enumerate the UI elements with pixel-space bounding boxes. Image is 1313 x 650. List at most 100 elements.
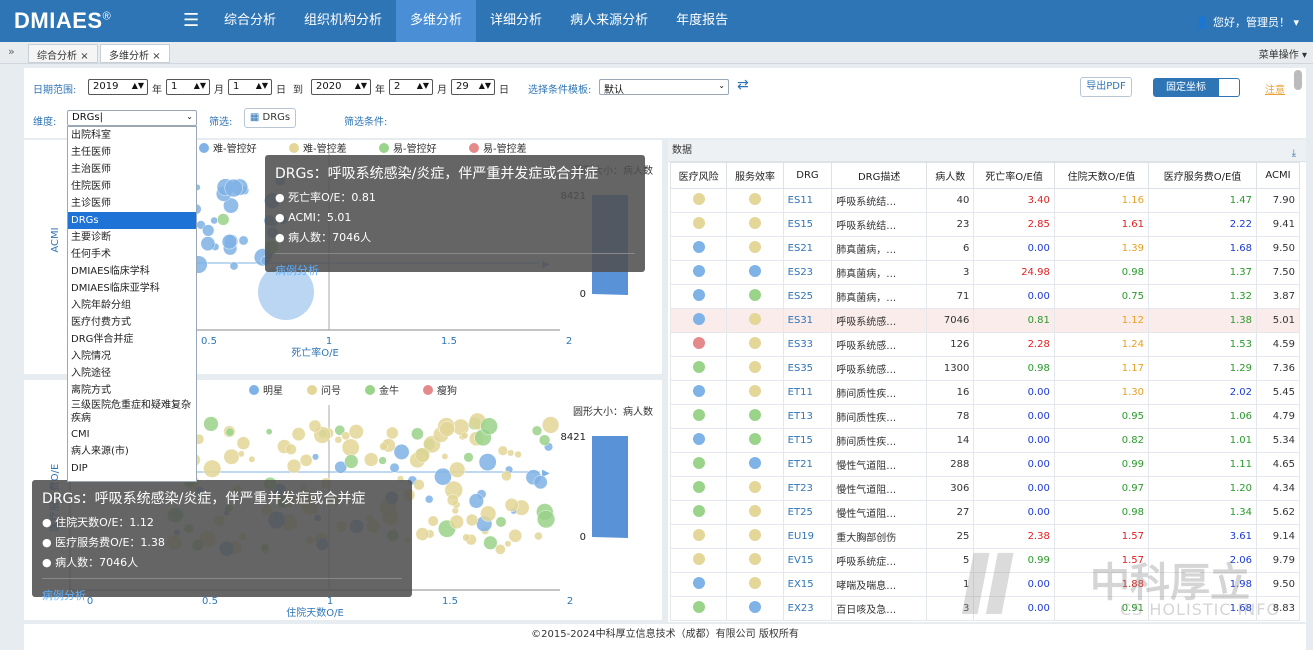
dropdown-option[interactable]: DRG伴合并症 [68,331,196,348]
case-analysis-link[interactable]: 病例分析 [32,585,412,605]
nav-item[interactable]: 组织机构分析 [290,0,396,42]
table-row[interactable]: ET21 慢性气道阻… 288 0.00 0.99 1.11 4.65 [669,452,1301,477]
table-cell[interactable]: ET15 [782,428,833,453]
dropdown-option[interactable]: CMI [68,426,196,443]
dropdown-option[interactable]: 出院科室 [68,127,196,144]
tab-overview[interactable]: 综合分析 × [28,44,98,63]
table-row[interactable]: ES31 呼吸系统感… 7046 0.81 1.12 1.38 5.01 [669,308,1301,333]
table-row[interactable]: ET23 慢性气道阻… 306 0.00 0.97 1.20 4.34 [669,476,1301,501]
to-day-select[interactable]: 29 ▲▼ [451,79,495,95]
table-cell[interactable]: ES23 [782,260,833,285]
table-cell[interactable]: ES11 [782,188,833,213]
dropdown-option[interactable]: 任何手术 [68,246,196,263]
menu-operation-button[interactable]: 菜单操作 ▾ [1259,46,1307,61]
case-analysis-link[interactable]: 病例分析 [265,260,645,280]
table-cell[interactable]: ET21 [782,452,833,477]
dropdown-option[interactable]: 入院途径 [68,365,196,382]
column-header[interactable]: 住院天数O/E值 [1053,162,1150,189]
table-row[interactable]: EX23 百日咳及急… 3 0.00 0.91 1.68 8.83 [669,596,1301,621]
table-row[interactable]: ET15 肺间质性疾… 14 0.00 0.82 1.01 5.34 [669,428,1301,453]
dropdown-option[interactable]: 主任医师 [68,144,196,161]
dropdown-option[interactable]: 入院年龄分组 [68,297,196,314]
tab-multidim[interactable]: 多维分析 × [100,44,170,63]
dropdown-option[interactable]: 医疗付费方式 [68,314,196,331]
table-row[interactable]: ET25 慢性气道阻… 27 0.00 0.98 1.34 5.62 [669,500,1301,525]
template-select[interactable]: 默认 ⌄ [599,79,729,96]
table-cell[interactable]: ES35 [782,356,833,381]
column-header[interactable]: DRG [782,162,833,189]
column-header[interactable]: 医疗服务费O/E值 [1148,162,1257,189]
scrollbar[interactable] [1294,70,1302,90]
dimension-select[interactable]: DRGs| ⌄ [67,110,197,126]
table-row[interactable]: ET11 肺间质性疾… 16 0.00 1.30 2.02 5.45 [669,380,1301,405]
download-icon[interactable]: ⤓ [1292,143,1296,165]
refresh-icon[interactable]: ⇄ [737,77,749,93]
dropdown-option[interactable]: DMIAES临床亚学科 [68,280,196,297]
column-header[interactable]: 病人数 [926,162,975,189]
table-row[interactable]: ES33 呼吸系统感… 126 2.28 1.24 1.53 4.59 [669,332,1301,357]
drgs-filter-button[interactable]: ▦ DRGs [244,108,296,128]
dropdown-option[interactable]: 主要诊断 [68,229,196,246]
table-row[interactable]: ES35 呼吸系统感… 1300 0.98 1.17 1.29 7.36 [669,356,1301,381]
dropdown-option[interactable]: DMIAES临床学科 [68,263,196,280]
fixed-axis-toggle[interactable]: 固定坐标 [1153,78,1240,97]
dropdown-option[interactable]: DRGs [68,212,196,229]
table-row[interactable]: EX15 哮喘及喘息… 1 0.00 1.88 1.98 9.50 [669,572,1301,597]
table-cell[interactable]: ET11 [782,380,833,405]
dropdown-option[interactable]: 主诊医师 [68,195,196,212]
table-cell: 1.39 [1053,236,1150,261]
table-cell[interactable]: ET13 [782,404,833,429]
table-cell[interactable]: ES21 [782,236,833,261]
close-icon[interactable]: × [80,51,88,62]
table-row[interactable]: ES15 呼吸系统结… 23 2.85 1.61 2.22 9.41 [669,212,1301,237]
table-cell[interactable]: EX15 [782,572,833,597]
table-cell[interactable]: EV15 [782,548,833,573]
table-row[interactable]: ET13 肺间质性疾… 78 0.00 0.95 1.06 4.79 [669,404,1301,429]
dropdown-option[interactable]: 住院医师 [68,178,196,195]
dropdown-option[interactable]: 三级医院危重症和疑难复杂疾病 [68,399,196,426]
table-cell[interactable]: ET23 [782,476,833,501]
table-cell[interactable]: ES25 [782,284,833,309]
export-pdf-button[interactable]: 导出PDF [1080,77,1132,97]
nav-item[interactable]: 年度报告 [662,0,742,42]
dropdown-option[interactable]: 主治医师 [68,161,196,178]
column-header[interactable]: DRG描述 [831,162,928,189]
from-year-select[interactable]: 2019 ▲▼ [88,79,148,95]
app-logo[interactable]: DMIAES® [14,8,111,34]
from-day-select[interactable]: 1 ▲▼ [228,79,272,95]
table-row[interactable]: ES11 呼吸系统结… 40 3.40 1.16 1.47 7.90 [669,188,1301,213]
table-row[interactable]: EV15 呼吸系统症… 5 0.99 1.57 2.06 9.79 [669,548,1301,573]
nav-item[interactable]: 多维分析 [396,0,477,42]
collapse-sidebar-icon[interactable]: » [8,45,15,58]
dropdown-option[interactable]: 入院情况 [68,348,196,365]
table-cell[interactable]: EX23 [782,596,833,621]
table-row[interactable]: ES21 肺真菌病，… 6 0.00 1.39 1.68 9.50 [669,236,1301,261]
table-cell[interactable]: ES31 [782,308,833,333]
nav-item[interactable]: 详细分析 [476,0,556,42]
table-cell[interactable]: ES33 [782,332,833,357]
dropdown-option[interactable]: 病人来源(市) [68,443,196,460]
nav-item[interactable]: 综合分析 [210,0,290,42]
table-row[interactable]: EU19 重大胸部创伤 25 2.38 1.57 3.61 9.14 [669,524,1301,549]
to-month-select[interactable]: 2 ▲▼ [389,79,433,95]
notice-link[interactable]: 注意 [1265,81,1285,96]
table-cell[interactable]: ES15 [782,212,833,237]
to-year-select[interactable]: 2020 ▲▼ [311,79,371,95]
hamburger-menu-icon[interactable]: ☰ [183,10,199,31]
column-header[interactable]: ACMI [1255,162,1301,189]
dropdown-option[interactable]: DIP [68,460,196,477]
table-cell: 23 [926,212,975,237]
table-cell[interactable]: ET25 [782,500,833,525]
from-month-select[interactable]: 1 ▲▼ [166,79,210,95]
table-cell[interactable]: EU19 [782,524,833,549]
nav-item[interactable]: 病人来源分析 [556,0,662,42]
table-row[interactable]: ES23 肺真菌病，… 3 24.98 0.98 1.37 7.50 [669,260,1301,285]
close-icon[interactable]: × [152,51,160,62]
table-cell: 1.16 [1053,188,1150,213]
column-header[interactable]: 服务效率 [726,162,784,189]
user-menu[interactable]: 👤 您好，管理员！ ▾ [1196,14,1299,30]
table-row[interactable]: ES25 肺真菌病，… 71 0.00 0.75 1.32 3.87 [669,284,1301,309]
column-header[interactable]: 医疗风险 [669,162,728,189]
dropdown-option[interactable]: 离院方式 [68,382,196,399]
column-header[interactable]: 死亡率O/E值 [973,162,1055,189]
